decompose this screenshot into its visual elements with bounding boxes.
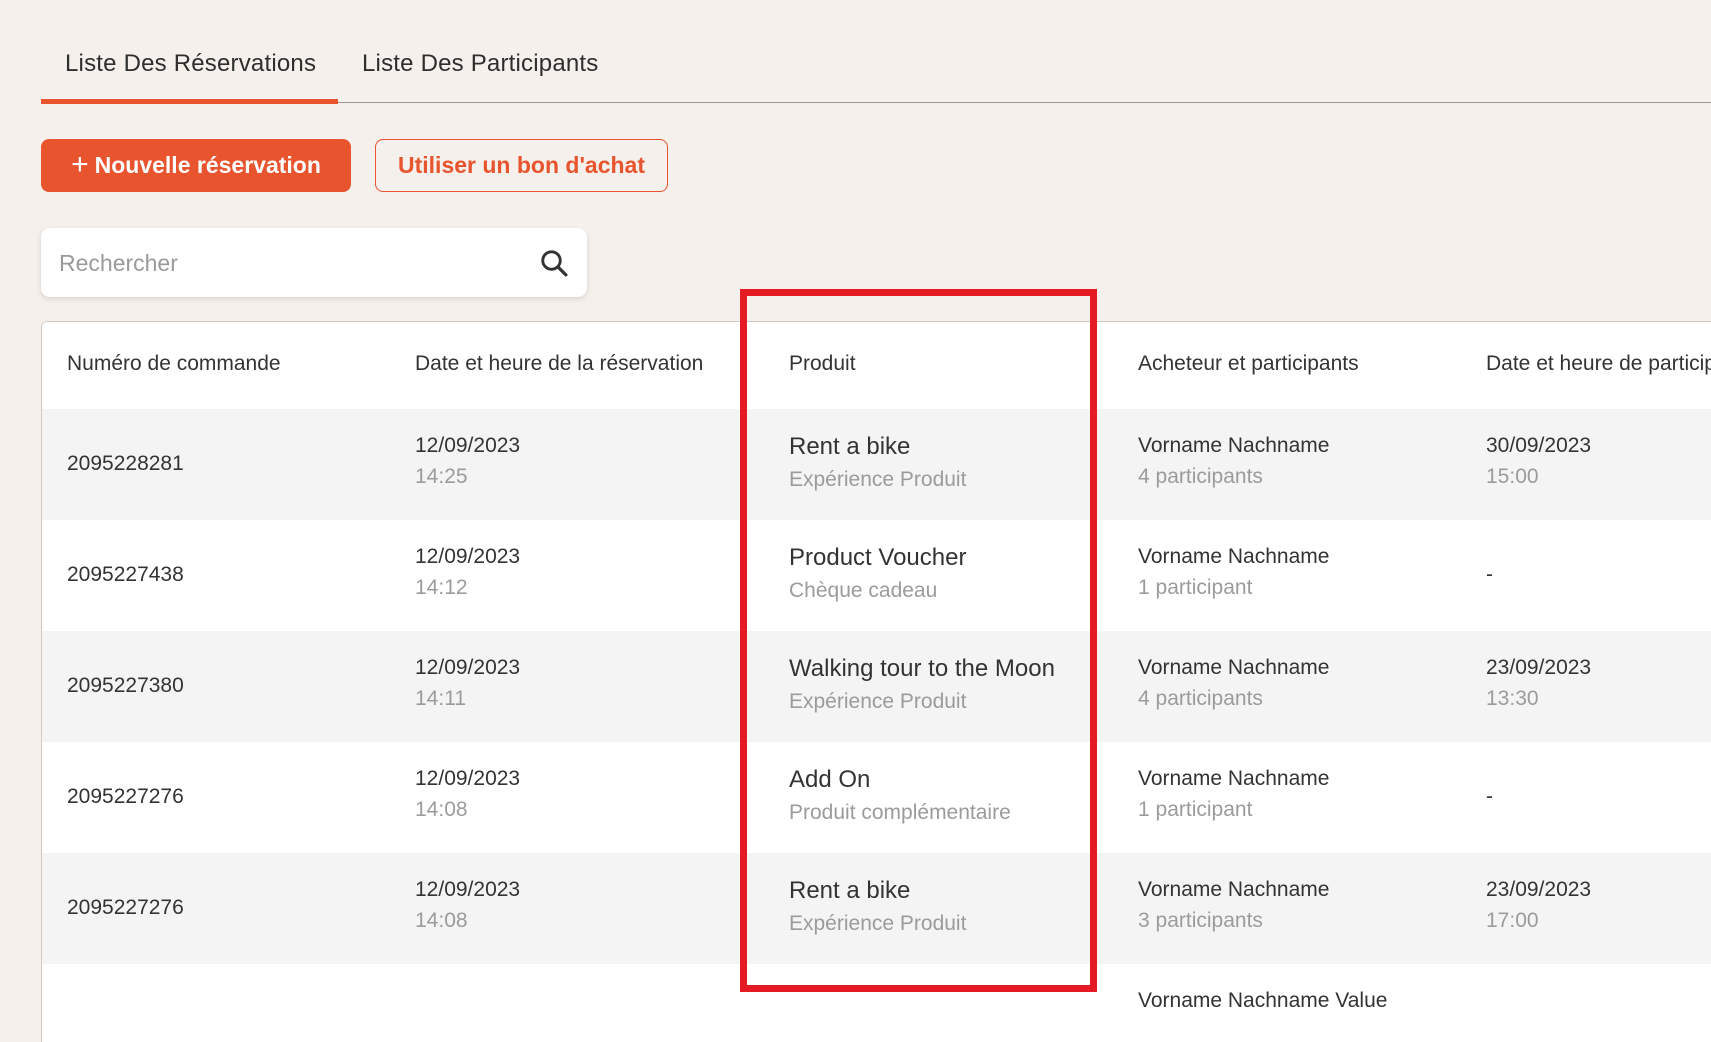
search-icon[interactable] [539, 248, 569, 278]
order-number: 2095227276 [67, 896, 184, 919]
buyer-cell: Vorname Nachname 4 participants [1138, 656, 1329, 711]
product-type: Chèque cadeau [789, 579, 938, 602]
plus-icon: + [71, 147, 89, 181]
participation-datetime: 23/09/2023 17:00 [1486, 878, 1591, 933]
active-tab-indicator [41, 99, 338, 104]
buyer-name: Vorname Nachname [1138, 656, 1330, 679]
header-participation-date[interactable]: Date et heure de particip [1486, 352, 1711, 376]
product-name: Rent a bike [789, 433, 911, 460]
product-type: Produit complémentaire [789, 801, 1011, 824]
use-voucher-label: Utiliser un bon d'achat [398, 152, 645, 178]
participant-count: 3 participants [1138, 909, 1263, 932]
product-name: Walking tour to the Moon [789, 655, 1055, 682]
buyer-name: Vorname Nachname [1138, 878, 1330, 901]
participation-date: 23/09/2023 [1486, 878, 1592, 901]
product-type: Expérience Produit [789, 690, 967, 713]
buyer-cell: Vorname Nachname Value [1138, 989, 1387, 1013]
product-name: Product Voucher [789, 544, 967, 571]
product-cell: Walking tour to the Moon Expérience Prod… [789, 655, 1055, 714]
table-row[interactable]: 2095227380 12/09/2023 14:11 Walking tour… [42, 631, 1711, 743]
product-type: Expérience Produit [789, 912, 967, 935]
participant-count: 1 participant [1138, 576, 1253, 599]
buyer-cell: Vorname Nachname 3 participants [1138, 878, 1329, 933]
buyer-name: Vorname Nachname [1138, 767, 1330, 790]
header-booking-date[interactable]: Date et heure de la réservation [415, 352, 703, 376]
new-booking-label: Nouvelle réservation [94, 152, 321, 178]
table-row[interactable]: 2095227438 12/09/2023 14:12 Product Vouc… [42, 520, 1711, 632]
booking-time: 14:08 [415, 798, 468, 821]
booking-datetime: 12/09/2023 14:12 [415, 545, 520, 600]
participation-datetime: 30/09/2023 15:00 [1486, 434, 1591, 489]
order-number: 2095227276 [67, 785, 184, 808]
table-row[interactable]: Vorname Nachname Value [42, 964, 1711, 1042]
booking-datetime: 12/09/2023 14:25 [415, 434, 520, 489]
product-cell: Product Voucher Chèque cadeau [789, 544, 966, 603]
participation-date: - [1486, 785, 1493, 808]
buyer-cell: Vorname Nachname 1 participant [1138, 545, 1329, 600]
table-header: Numéro de commande Date et heure de la r… [42, 322, 1711, 410]
order-number: 2095227438 [67, 563, 184, 586]
participant-count: 4 participants [1138, 687, 1263, 710]
buyer-cell: Vorname Nachname 1 participant [1138, 767, 1329, 822]
header-product[interactable]: Produit [789, 352, 856, 376]
buyer-name: Vorname Nachname [1138, 545, 1330, 568]
use-voucher-button[interactable]: Utiliser un bon d'achat [375, 139, 668, 192]
table-row[interactable]: 2095228281 12/09/2023 14:25 Rent a bike … [42, 409, 1711, 521]
booking-time: 14:11 [415, 687, 466, 710]
buyer-cell: Vorname Nachname 4 participants [1138, 434, 1329, 489]
participation-time: 13:30 [1486, 687, 1539, 710]
header-order-number[interactable]: Numéro de commande [67, 352, 281, 376]
participation-time: 15:00 [1486, 465, 1539, 488]
booking-time: 14:08 [415, 909, 468, 932]
tab-participants[interactable]: Liste Des Participants [362, 50, 599, 78]
search-input[interactable] [57, 228, 501, 299]
booking-datetime: 12/09/2023 14:08 [415, 767, 520, 822]
participant-count: 1 participant [1138, 798, 1253, 821]
header-buyer[interactable]: Acheteur et participants [1138, 352, 1359, 376]
product-cell: Rent a bike Expérience Produit [789, 877, 966, 936]
participation-date: 30/09/2023 [1486, 434, 1592, 457]
booking-date: 12/09/2023 [415, 434, 521, 457]
tab-bar: Liste Des Réservations Liste Des Partici… [41, 36, 1711, 104]
booking-datetime: 12/09/2023 14:08 [415, 878, 520, 933]
booking-date: 12/09/2023 [415, 545, 521, 568]
participation-date: - [1486, 563, 1493, 586]
participation-date: 23/09/2023 [1486, 656, 1592, 679]
table-row[interactable]: 2095227276 12/09/2023 14:08 Rent a bike … [42, 853, 1711, 965]
booking-date: 12/09/2023 [415, 656, 521, 679]
buyer-name: Vorname Nachname [1138, 434, 1330, 457]
order-number: 2095227380 [67, 674, 184, 697]
table-row[interactable]: 2095227276 12/09/2023 14:08 Add On Produ… [42, 742, 1711, 854]
search-box [41, 228, 587, 299]
booking-datetime: 12/09/2023 14:11 [415, 656, 520, 711]
new-booking-button[interactable]: + Nouvelle réservation [41, 139, 351, 192]
booking-time: 14:25 [415, 465, 468, 488]
booking-date: 12/09/2023 [415, 767, 521, 790]
booking-date: 12/09/2023 [415, 878, 521, 901]
buyer-name: Vorname Nachname Value [1138, 989, 1388, 1012]
product-name: Rent a bike [789, 877, 911, 904]
tab-reservations[interactable]: Liste Des Réservations [65, 50, 316, 78]
order-number: 2095228281 [67, 452, 184, 475]
booking-time: 14:12 [415, 576, 468, 599]
product-type: Expérience Produit [789, 468, 967, 491]
participation-time: 17:00 [1486, 909, 1539, 932]
product-cell: Rent a bike Expérience Produit [789, 433, 966, 492]
participant-count: 4 participants [1138, 465, 1263, 488]
participation-datetime: 23/09/2023 13:30 [1486, 656, 1591, 711]
product-name: Add On [789, 766, 871, 793]
reservations-table: Numéro de commande Date et heure de la r… [41, 321, 1711, 1042]
product-cell: Add On Produit complémentaire [789, 766, 1011, 825]
